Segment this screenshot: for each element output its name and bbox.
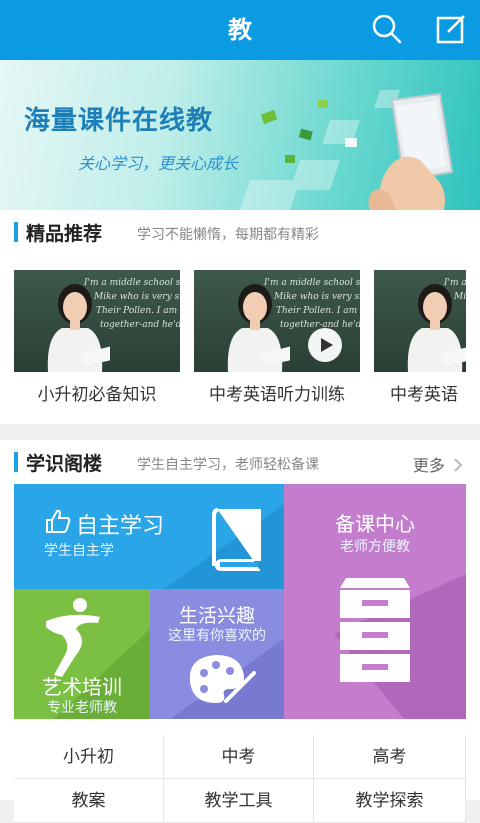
more-link[interactable]: 更多 xyxy=(413,452,464,476)
tile-subtitle: 专业老师教 xyxy=(47,700,117,716)
search-icon[interactable] xyxy=(370,12,404,46)
tile-art-training[interactable]: 艺术培训 专业老师教 xyxy=(14,589,150,719)
tile-title: 备课中心 xyxy=(335,512,415,536)
tile-subtitle: 学生自主学 xyxy=(44,543,114,559)
course-thumbnail: I'm a middle school student Mike who is … xyxy=(194,270,360,372)
study-title: 学识阁楼 xyxy=(26,453,103,475)
book-icon xyxy=(212,508,261,571)
tile-self-study[interactable]: 自主学习 学生自主学 xyxy=(14,484,284,589)
course-card[interactable]: I'm a middle school student Mike who is … xyxy=(194,270,360,405)
tile-title: 艺术培训 xyxy=(42,675,122,699)
study-header: 学识阁楼 学生自主学习，老师轻松备课 更多 xyxy=(0,440,480,484)
tile-subtitle: 老师方便教 xyxy=(340,539,410,555)
study-section: 学识阁楼 学生自主学习，老师轻松备课 更多 自主学习 学生自主学 备课中心 老师… xyxy=(0,440,480,823)
category-xiaoshengchu[interactable]: 小升初 xyxy=(14,735,164,779)
category-teaching-explore[interactable]: 教学探索 xyxy=(314,779,466,823)
course-card[interactable]: I'm a middle school student Mike who is … xyxy=(374,270,466,405)
thumbs-up-icon xyxy=(46,509,71,533)
teacher-image xyxy=(407,284,466,372)
course-card[interactable]: I'm a middle school student Mike who is … xyxy=(14,270,180,405)
recommend-header: 精品推荐 学习不能懒惰，每期都有精彩 xyxy=(0,210,480,254)
banner-headline: 海量课件在线教 xyxy=(24,106,214,136)
section-accent xyxy=(14,452,18,472)
tile-title: 自主学习 xyxy=(76,514,165,539)
hand-phone-icon xyxy=(368,92,454,210)
course-title: 中考英语 xyxy=(390,385,458,405)
teacher-image xyxy=(47,284,110,372)
section-accent xyxy=(14,222,18,242)
teacher-image xyxy=(227,284,290,372)
tile-title: 生活兴趣 xyxy=(178,605,255,627)
edit-icon[interactable] xyxy=(434,12,468,46)
palette-icon xyxy=(189,655,256,703)
play-icon[interactable] xyxy=(308,328,342,362)
more-label: 更多 xyxy=(412,456,445,475)
page-title: 教 xyxy=(228,16,252,44)
recommend-title: 精品推荐 xyxy=(26,223,103,245)
tile-lesson-prep[interactable]: 备课中心 老师方便教 xyxy=(284,484,466,719)
category-teaching-tools[interactable]: 教学工具 xyxy=(164,779,314,823)
cabinet-icon xyxy=(340,578,410,682)
promo-banner[interactable]: 海量课件在线教 关心学习，更关心成长 xyxy=(0,60,480,210)
banner-slogan: 关心学习，更关心成长 xyxy=(78,154,239,173)
category-zhongkao[interactable]: 中考 xyxy=(164,735,314,779)
recommend-section: 精品推荐 学习不能懒惰，每期都有精彩 I'm a middle school s… xyxy=(0,210,480,424)
chevron-right-icon xyxy=(454,458,463,472)
category-gaokao[interactable]: 高考 xyxy=(314,735,466,779)
app-header: 教 xyxy=(0,0,480,60)
course-title: 中考英语听力训练 xyxy=(209,385,345,405)
tile-life-interest[interactable]: 生活兴趣 这里有你喜欢的 xyxy=(150,589,284,719)
course-title: 小升初必备知识 xyxy=(37,385,157,405)
category-jiaoan[interactable]: 教案 xyxy=(14,779,164,823)
dancer-icon xyxy=(46,598,100,677)
course-thumbnail: I'm a middle school student Mike who is … xyxy=(14,270,180,372)
study-subtitle: 学生自主学习，老师轻松备课 xyxy=(137,457,319,473)
tile-subtitle: 这里有你喜欢的 xyxy=(168,628,266,644)
recommend-subtitle: 学习不能懒惰，每期都有精彩 xyxy=(137,227,319,243)
course-thumbnail: I'm a middle school student Mike who is … xyxy=(374,270,466,372)
